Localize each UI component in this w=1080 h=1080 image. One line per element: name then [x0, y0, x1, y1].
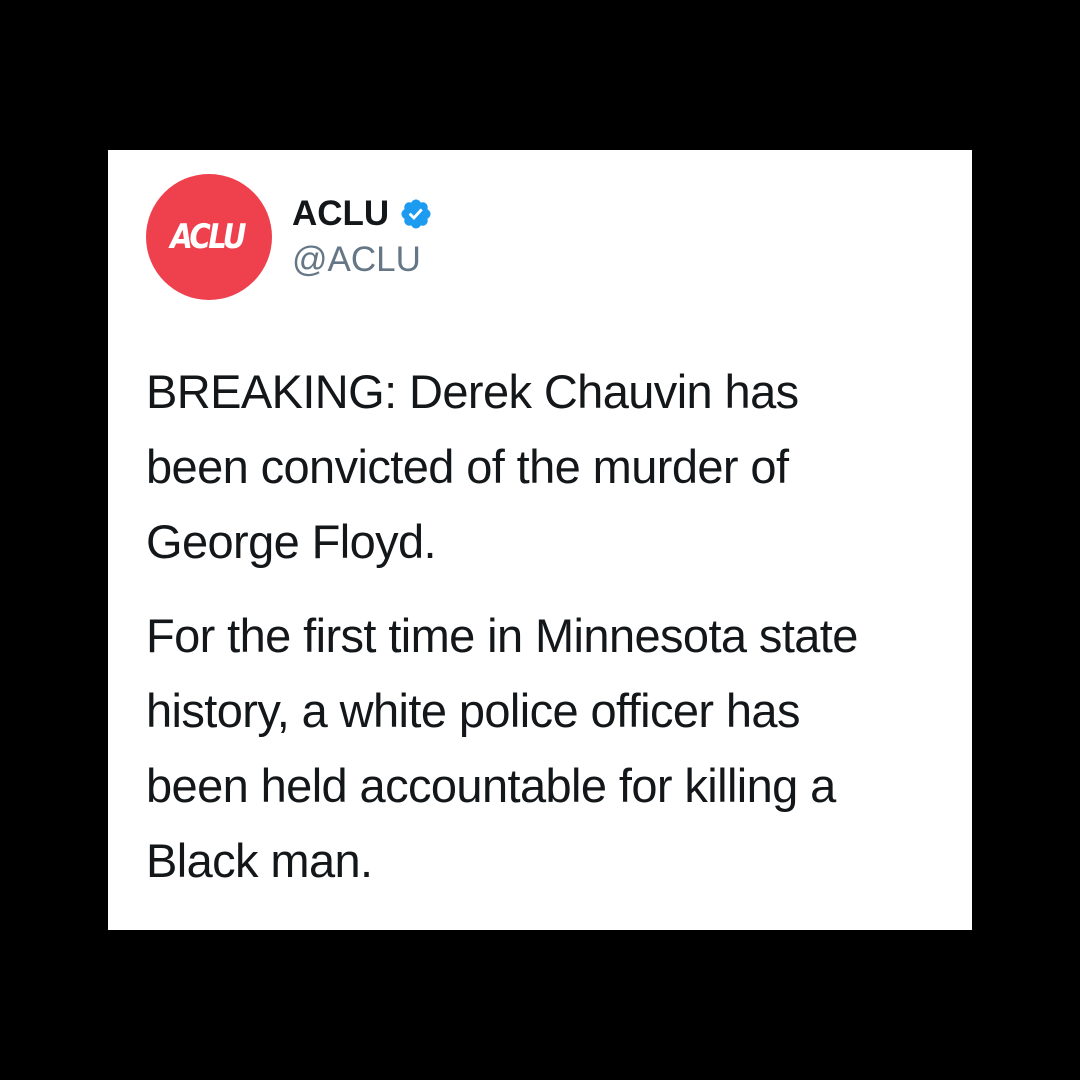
tweet-paragraph: For the first time in Minnesota state hi…: [146, 609, 858, 887]
author-name-row: ACLU: [292, 192, 433, 236]
verified-badge-icon: [401, 199, 431, 229]
avatar[interactable]: ACLU: [146, 174, 272, 300]
tweet-text: BREAKING: Derek Chauvin has been convict…: [146, 354, 946, 898]
page-background: ACLU ACLU @ACLU BREAKING: Derek Chauvin …: [0, 0, 1080, 1080]
tweet-paragraph: BREAKING: Derek Chauvin has been convict…: [146, 365, 799, 568]
avatar-logo-text: ACLU: [170, 217, 246, 257]
author-display-name[interactable]: ACLU: [292, 192, 389, 236]
tweet-card: ACLU ACLU @ACLU BREAKING: Derek Chauvin …: [108, 150, 972, 930]
author-handle[interactable]: @ACLU: [292, 238, 421, 282]
